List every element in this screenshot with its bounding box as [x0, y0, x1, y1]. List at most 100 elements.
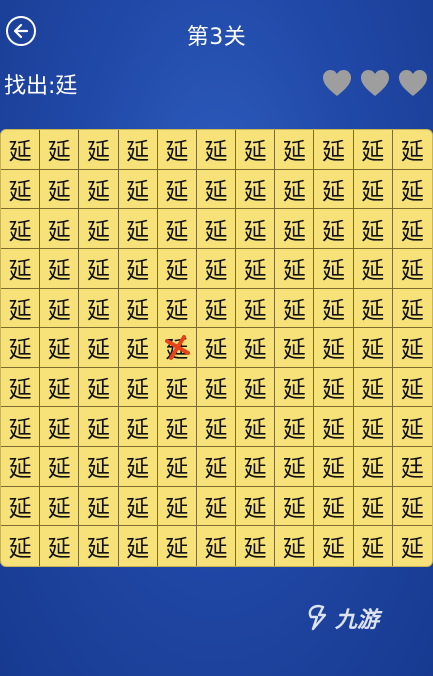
grid-cell[interactable]: 延	[157, 407, 197, 448]
grid-cell[interactable]: 延	[1, 447, 41, 487]
grid-cell[interactable]: 延	[158, 526, 197, 566]
grid-cell[interactable]: 延	[236, 209, 276, 249]
grid-cell[interactable]: 延	[118, 367, 158, 408]
grid-cell[interactable]: 延	[118, 288, 158, 329]
grid-cell[interactable]: 延	[157, 328, 197, 368]
grid-cell[interactable]: 延	[196, 328, 237, 368]
grid-cell[interactable]: 延	[275, 130, 315, 170]
grid-cell[interactable]: 延	[392, 130, 432, 170]
grid-cell[interactable]: 延	[118, 447, 158, 487]
grid-cell[interactable]: 延	[275, 248, 315, 289]
grid-cell[interactable]: 延	[196, 486, 237, 527]
grid-cell[interactable]: 延	[314, 130, 354, 170]
grid-cell[interactable]: 延	[1, 288, 41, 329]
grid-cell[interactable]: 延	[1, 486, 41, 527]
grid-cell[interactable]: 延	[118, 130, 158, 170]
grid-cell[interactable]: 廷	[392, 447, 432, 487]
grid-cell[interactable]: 延	[196, 248, 237, 289]
grid-cell[interactable]: 延	[353, 447, 393, 487]
grid-cell[interactable]: 延	[275, 367, 315, 408]
grid-cell[interactable]: 延	[236, 328, 276, 368]
grid-cell[interactable]: 延	[236, 367, 276, 408]
grid-cell[interactable]: 延	[157, 248, 197, 289]
grid-cell[interactable]: 延	[236, 169, 276, 210]
grid-cell[interactable]: 延	[40, 130, 80, 170]
grid-cell[interactable]: 延	[157, 447, 197, 487]
grid-cell[interactable]: 延	[1, 209, 41, 249]
grid-cell[interactable]: 延	[197, 526, 237, 566]
grid-cell[interactable]: 延	[40, 447, 80, 487]
grid-cell[interactable]: 延	[275, 288, 315, 329]
grid-cell[interactable]: 延	[275, 407, 315, 448]
grid-cell[interactable]: 延	[314, 328, 354, 368]
grid-cell[interactable]: 延	[353, 367, 393, 408]
grid-cell[interactable]: 延	[353, 328, 393, 368]
grid-cell[interactable]: 延	[275, 328, 315, 368]
grid-cell[interactable]: 延	[1, 130, 41, 170]
grid-cell[interactable]: 延	[40, 169, 80, 210]
grid-cell[interactable]: 延	[118, 328, 158, 368]
grid-cell[interactable]: 延	[1, 169, 41, 210]
grid-cell[interactable]: 延	[353, 209, 393, 249]
grid-cell[interactable]: 延	[79, 447, 119, 487]
grid-cell[interactable]: 延	[118, 486, 158, 527]
grid-cell[interactable]: 延	[118, 248, 158, 289]
grid-cell[interactable]: 延	[392, 328, 432, 368]
grid-cell[interactable]: 延	[40, 328, 80, 368]
grid-cell[interactable]: 延	[40, 367, 80, 408]
grid-cell[interactable]: 延	[353, 288, 393, 329]
grid-cell[interactable]: 延	[353, 407, 393, 448]
grid-cell[interactable]: 延	[79, 209, 119, 249]
grid-cell[interactable]: 延	[314, 288, 354, 329]
grid-cell[interactable]: 延	[314, 209, 354, 249]
grid-cell[interactable]: 延	[119, 526, 158, 566]
grid-cell[interactable]: 延	[236, 407, 276, 448]
grid-cell[interactable]: 延	[1, 248, 41, 289]
grid-cell[interactable]: 延	[157, 130, 197, 170]
grid-cell[interactable]: 延	[314, 248, 354, 289]
grid-cell[interactable]: 延	[314, 526, 354, 566]
grid-cell[interactable]: 延	[79, 130, 119, 170]
grid-cell[interactable]: 延	[314, 447, 354, 487]
grid-cell[interactable]: 延	[392, 249, 432, 289]
grid-cell[interactable]: 延	[236, 130, 276, 170]
grid-cell[interactable]: 延	[353, 248, 393, 289]
grid-cell[interactable]: 延	[236, 526, 276, 566]
grid-cell[interactable]: 延	[314, 486, 354, 527]
grid-cell[interactable]: 延	[118, 209, 158, 249]
grid-cell[interactable]: 延	[196, 407, 237, 448]
grid-cell[interactable]: 延	[236, 248, 276, 289]
grid-cell[interactable]: 延	[275, 209, 315, 249]
grid-cell[interactable]: 延	[392, 368, 432, 408]
grid-cell[interactable]: 延	[353, 486, 393, 527]
grid-cell[interactable]: 延	[79, 288, 119, 329]
grid-cell[interactable]: 延	[392, 487, 432, 527]
grid-cell[interactable]: 延	[79, 526, 119, 566]
grid-cell[interactable]: 延	[1, 526, 41, 566]
grid-cell[interactable]: 延	[40, 486, 80, 527]
grid-cell[interactable]: 延	[1, 407, 41, 448]
grid-cell[interactable]: 延	[196, 367, 237, 408]
grid-cell[interactable]: 延	[236, 486, 276, 527]
grid-cell[interactable]: 延	[354, 526, 393, 566]
grid-cell[interactable]: 延	[40, 407, 80, 448]
grid-cell[interactable]: 延	[275, 169, 315, 210]
grid-cell[interactable]: 延	[79, 248, 119, 289]
grid-cell[interactable]: 延	[275, 486, 315, 527]
grid-cell[interactable]: 延	[79, 407, 119, 448]
grid-cell[interactable]: 延	[1, 328, 41, 368]
grid-cell[interactable]: 延	[392, 209, 432, 249]
grid-cell[interactable]: 延	[314, 367, 354, 408]
grid-cell[interactable]: 延	[353, 169, 393, 210]
grid-cell[interactable]: 延	[314, 169, 354, 210]
grid-cell[interactable]: 延	[392, 289, 432, 329]
grid-cell[interactable]: 延	[236, 288, 276, 329]
grid-cell[interactable]: 延	[79, 328, 119, 368]
grid-cell[interactable]: 延	[196, 209, 237, 249]
grid-cell[interactable]: 延	[79, 169, 119, 210]
grid-cell[interactable]: 延	[393, 526, 432, 566]
grid-cell[interactable]: 延	[275, 447, 315, 487]
grid-cell[interactable]: 延	[118, 407, 158, 448]
grid-cell[interactable]: 延	[196, 169, 237, 210]
grid-cell[interactable]: 延	[157, 288, 197, 329]
